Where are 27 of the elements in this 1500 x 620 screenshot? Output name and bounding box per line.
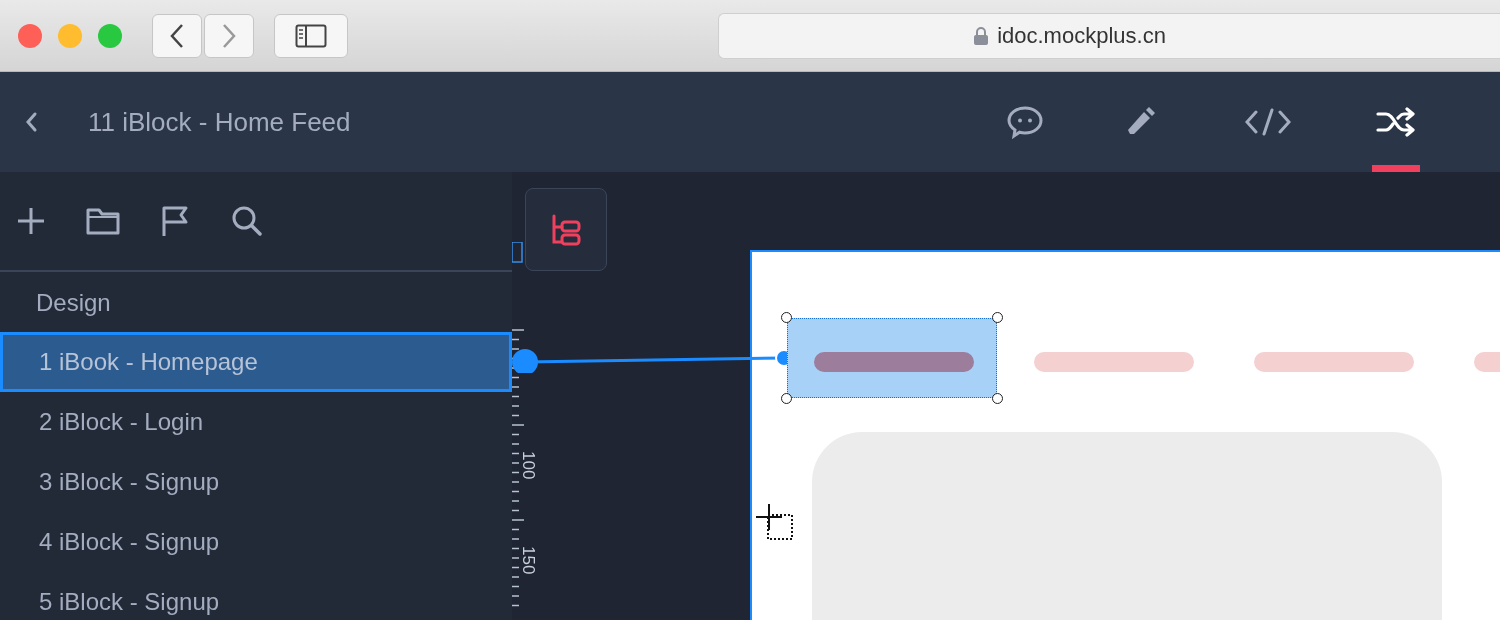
- ruler-label: 150: [518, 546, 538, 575]
- search-icon: [231, 205, 263, 237]
- address-bar[interactable]: idoc.mockplus.cn: [718, 12, 1500, 59]
- page-item[interactable]: 4 iBlock - Signup: [0, 512, 512, 572]
- chevron-right-icon: [221, 22, 237, 49]
- code-icon: [1245, 108, 1291, 136]
- page-item[interactable]: 3 iBlock - Signup: [0, 452, 512, 512]
- page-title: 11 iBlock - Home Feed: [88, 106, 351, 138]
- active-tab-indicator: [1372, 165, 1420, 172]
- layers-tool-button[interactable]: [525, 188, 607, 271]
- ruler-label: 100: [518, 451, 538, 480]
- sidebar-icon: [295, 23, 327, 48]
- lock-icon: [973, 25, 990, 46]
- sidebar-toggle-button[interactable]: [274, 13, 348, 58]
- back-button[interactable]: [152, 13, 202, 58]
- plus-icon: [16, 206, 46, 236]
- shuffle-icon: [1376, 107, 1416, 137]
- page-item[interactable]: 2 iBlock - Login: [0, 392, 512, 452]
- section-label: Design: [35, 288, 112, 318]
- flag-icon: [161, 205, 189, 237]
- speech-bubble-icon: [1006, 105, 1044, 139]
- page-item[interactable]: 1 iBook - Homepage: [0, 332, 512, 392]
- chevron-left-icon: [24, 111, 38, 133]
- crosshair-cursor-icon: [755, 502, 795, 542]
- page-item[interactable]: 5 iBlock - Signup: [0, 572, 512, 620]
- folder-icon: [86, 207, 120, 235]
- chevron-left-icon: [169, 22, 185, 49]
